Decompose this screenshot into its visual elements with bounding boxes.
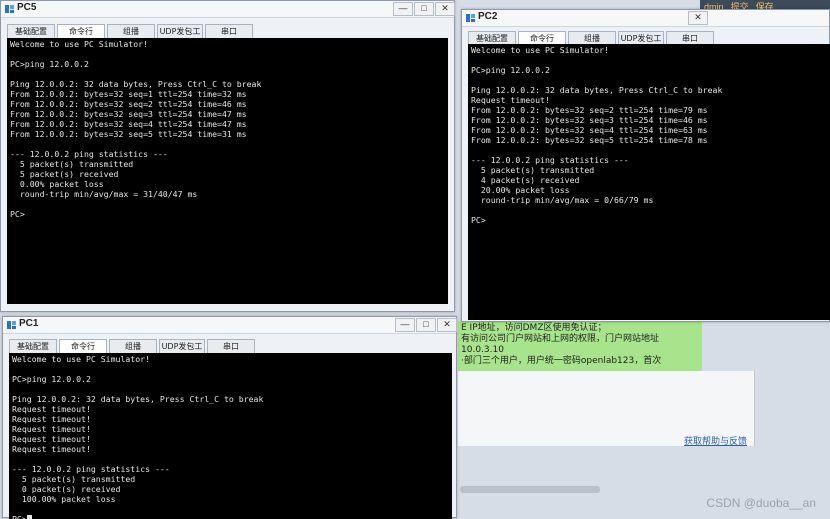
terminal-line: Ping 12.0.0.2: 32 data bytes, Press Ctrl… bbox=[12, 394, 264, 404]
text-cursor bbox=[26, 515, 32, 519]
terminal-line: Welcome to use PC Simulator! bbox=[10, 39, 149, 49]
terminal-line: From 12.0.0.2: bytes=32 seq=2 ttl=254 ti… bbox=[471, 105, 708, 115]
terminal-line: PC> bbox=[10, 209, 25, 219]
minimize-button[interactable]: — bbox=[393, 2, 413, 16]
terminal-line: From 12.0.0.2: bytes=32 seq=2 ttl=254 ti… bbox=[10, 99, 247, 109]
minimize-button[interactable]: — bbox=[395, 318, 415, 332]
background-note: E IP地址，访问DMZ区使用免认证； 有访问公司门户网站和上网的权限，门户网站… bbox=[458, 321, 702, 371]
terminal-line: 0 packet(s) received bbox=[12, 484, 121, 494]
terminal-line: PC>ping 12.0.0.2 bbox=[10, 59, 89, 69]
pc5-tabs: 基础配置 命令行 组播 UDP发包工具 串口 bbox=[7, 24, 253, 49]
terminal-line: 5 packet(s) transmitted bbox=[12, 474, 136, 484]
terminal-line: From 12.0.0.2: bytes=32 seq=5 ttl=254 ti… bbox=[10, 129, 247, 139]
terminal-line: Request timeout! bbox=[12, 414, 91, 424]
tab-basic-config[interactable]: 基础配置 bbox=[7, 24, 55, 39]
terminal-line: Welcome to use PC Simulator! bbox=[12, 354, 151, 364]
window-title: PC1 bbox=[19, 318, 39, 329]
pc-logo-icon bbox=[5, 5, 14, 13]
terminal-line: Request timeout! bbox=[471, 95, 550, 105]
note-line: E IP地址，访问DMZ区使用免认证； bbox=[461, 323, 607, 333]
terminal-line: 5 packet(s) received bbox=[10, 169, 119, 179]
tab-udp-tool[interactable]: UDP发包工具 bbox=[157, 24, 203, 49]
pc2-titlebar[interactable]: PC2 ✕ bbox=[462, 10, 829, 27]
tab-serial[interactable]: 串口 bbox=[205, 24, 253, 39]
terminal-line: Request timeout! bbox=[12, 444, 91, 454]
terminal-line: Welcome to use PC Simulator! bbox=[471, 45, 610, 55]
tab-serial[interactable]: 串口 bbox=[207, 339, 255, 354]
tab-multicast[interactable]: 组播 bbox=[109, 339, 157, 354]
pc2-window: PC2 ✕ 基础配置 命令行 组播 UDP发包工具 串口 Welcome to … bbox=[461, 9, 830, 322]
close-button[interactable]: ✕ bbox=[688, 11, 708, 25]
terminal-line: --- 12.0.0.2 ping statistics --- bbox=[12, 464, 170, 474]
pc5-window: PC5 — □ ✕ 基础配置 命令行 组播 UDP发包工具 串口 Welcome… bbox=[0, 0, 455, 312]
close-button[interactable]: ✕ bbox=[437, 318, 457, 332]
background-scrollbar[interactable] bbox=[460, 486, 600, 493]
watermark: CSDN @duoba__an bbox=[706, 496, 816, 510]
pc1-terminal[interactable]: Welcome to use PC Simulator! PC>ping 12.0… bbox=[9, 353, 452, 519]
terminal-line: PC> bbox=[12, 514, 449, 519]
pc-logo-icon bbox=[7, 321, 16, 329]
pc5-terminal[interactable]: Welcome to use PC Simulator! PC>ping 12.0… bbox=[7, 38, 448, 304]
help-feedback-link[interactable]: 获取帮助与反馈 bbox=[684, 434, 747, 447]
tab-basic-config[interactable]: 基础配置 bbox=[9, 339, 57, 354]
pc1-tabs: 基础配置 命令行 组播 UDP发包工具 串口 bbox=[9, 339, 255, 364]
tab-multicast[interactable]: 组播 bbox=[107, 24, 155, 39]
terminal-line: From 12.0.0.2: bytes=32 seq=4 ttl=254 ti… bbox=[10, 119, 247, 129]
maximize-button[interactable]: □ bbox=[414, 2, 434, 16]
terminal-line: 20.00% packet loss bbox=[471, 185, 570, 195]
pc-logo-icon bbox=[466, 14, 475, 22]
terminal-line: Request timeout! bbox=[12, 424, 91, 434]
pc5-titlebar[interactable]: PC5 — □ ✕ bbox=[1, 1, 455, 18]
terminal-line: round-trip min/avg/max = 0/66/79 ms bbox=[471, 195, 654, 205]
terminal-line: PC>ping 12.0.0.2 bbox=[12, 374, 91, 384]
terminal-line: Ping 12.0.0.2: 32 data bytes, Press Ctrl… bbox=[471, 85, 723, 95]
terminal-line: Ping 12.0.0.2: 32 data bytes, Press Ctrl… bbox=[10, 79, 262, 89]
terminal-line: 0.00% packet loss bbox=[10, 179, 104, 189]
close-button[interactable]: ✕ bbox=[435, 2, 455, 16]
pc1-titlebar[interactable]: PC1 — □ ✕ bbox=[3, 317, 457, 334]
terminal-line: PC>ping 12.0.0.2 bbox=[471, 65, 550, 75]
tab-udp-tool[interactable]: UDP发包工具 bbox=[159, 339, 205, 364]
terminal-line: 5 packet(s) transmitted bbox=[471, 165, 595, 175]
terminal-line: From 12.0.0.2: bytes=32 seq=3 ttl=254 ti… bbox=[10, 109, 247, 119]
note-line: ·部门三个用户，用户统一密码openlab123，首次 bbox=[461, 356, 662, 366]
tab-command-line[interactable]: 命令行 bbox=[57, 24, 105, 39]
note-line: 有访问公司门户网站和上网的权限，门户网站地址10.0.3.10 bbox=[461, 334, 660, 355]
pc2-tabs: 基础配置 命令行 组播 UDP发包工具 串口 bbox=[468, 31, 714, 56]
terminal-line: From 12.0.0.2: bytes=32 seq=4 ttl=254 ti… bbox=[471, 125, 708, 135]
terminal-line: 4 packet(s) received bbox=[471, 175, 580, 185]
terminal-line: Request timeout! bbox=[12, 404, 91, 414]
terminal-line: PC> bbox=[471, 215, 486, 225]
tab-command-line[interactable]: 命令行 bbox=[59, 339, 107, 354]
terminal-line: --- 12.0.0.2 ping statistics --- bbox=[471, 155, 629, 165]
terminal-line: 100.00% packet loss bbox=[12, 494, 116, 504]
window-title: PC2 bbox=[478, 11, 498, 22]
pc1-window: PC1 — □ ✕ 基础配置 命令行 组播 UDP发包工具 串口 Welcome… bbox=[2, 316, 457, 519]
maximize-button[interactable]: □ bbox=[416, 318, 436, 332]
terminal-line: Request timeout! bbox=[12, 434, 91, 444]
window-title: PC5 bbox=[17, 2, 37, 13]
terminal-line: --- 12.0.0.2 ping statistics --- bbox=[10, 149, 168, 159]
terminal-line: From 12.0.0.2: bytes=32 seq=3 ttl=254 ti… bbox=[471, 115, 708, 125]
pc2-terminal[interactable]: Welcome to use PC Simulator! PC>ping 12.0… bbox=[468, 44, 830, 320]
terminal-line: From 12.0.0.2: bytes=32 seq=5 ttl=254 ti… bbox=[471, 135, 708, 145]
terminal-line: round-trip min/avg/max = 31/40/47 ms bbox=[10, 189, 198, 199]
terminal-line: From 12.0.0.2: bytes=32 seq=1 ttl=254 ti… bbox=[10, 89, 247, 99]
terminal-line: 5 packet(s) transmitted bbox=[10, 159, 134, 169]
